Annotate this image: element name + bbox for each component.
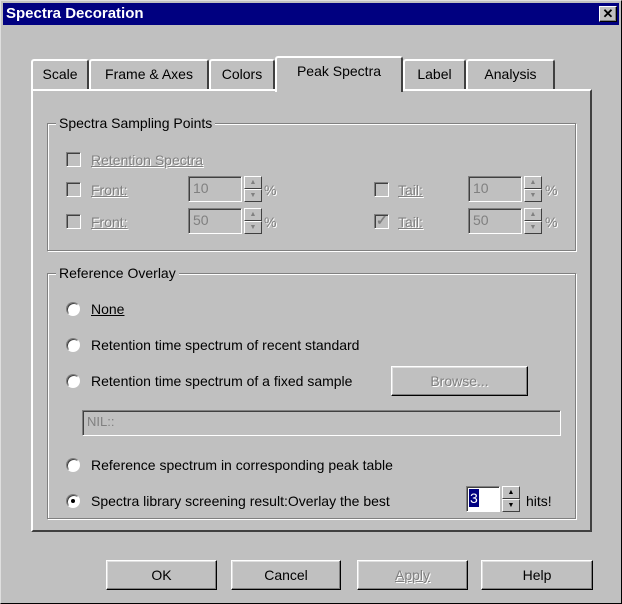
cancel-button[interactable]: Cancel <box>231 560 341 590</box>
tab-label: Colors <box>221 66 263 82</box>
arrow-up-icon[interactable]: ▲ <box>524 208 542 221</box>
close-button[interactable]: ✕ <box>599 6 617 22</box>
sampling-points-group: Spectra Sampling Points Retention Spectr… <box>47 114 576 251</box>
radio-recent-standard[interactable] <box>66 338 80 352</box>
front-2-label: Front: <box>91 214 128 230</box>
radio-library-label: Spectra library screening result:Overlay… <box>91 493 390 509</box>
retention-spectra-label: Retention Spectra <box>91 152 204 168</box>
tab-label: Analysis <box>484 66 537 82</box>
radio-selected-dot <box>71 499 75 503</box>
tab-label: Scale <box>42 66 78 82</box>
help-button-label: Help <box>522 567 552 583</box>
front-2-input[interactable]: 50 <box>188 208 242 234</box>
dialog-window: Spectra Decoration ✕ Scale Frame & Axes … <box>0 0 622 604</box>
ok-button[interactable]: OK <box>106 560 217 590</box>
arrow-down-icon[interactable]: ▼ <box>244 221 262 234</box>
best-hits-value: 3 <box>469 489 479 507</box>
peak-spectra-panel: Spectra Sampling Points Retention Spectr… <box>31 89 592 532</box>
help-button[interactable]: Help <box>481 560 593 590</box>
arrow-up-icon[interactable]: ▲ <box>244 208 262 221</box>
browse-button[interactable]: Browse... <box>391 366 528 396</box>
tail-2-checkbox[interactable]: ✓ <box>374 212 389 229</box>
arrow-down-icon[interactable]: ▼ <box>502 499 520 512</box>
title-bar[interactable]: Spectra Decoration ✕ <box>3 3 619 25</box>
arrow-down-icon[interactable]: ▼ <box>244 189 262 202</box>
tab-colors[interactable]: Colors <box>209 59 275 89</box>
apply-button-label: Apply <box>394 567 431 583</box>
tail-1-spinner[interactable]: ▲ ▼ <box>524 176 542 202</box>
tab-analysis[interactable]: Analysis <box>466 59 555 89</box>
tail-1-unit: % <box>545 182 558 198</box>
radio-library[interactable] <box>66 494 80 508</box>
fixed-sample-path-field[interactable]: NIL:: <box>82 410 561 436</box>
tail-1-label: Tail: <box>398 182 423 198</box>
window-title: Spectra Decoration <box>6 5 144 22</box>
tab-label: Frame & Axes <box>105 66 193 82</box>
hits-suffix: hits! <box>526 493 552 509</box>
browse-button-label: Browse... <box>430 373 489 389</box>
tab-label-text: Label <box>417 66 452 82</box>
radio-peak-table-label: Reference spectrum in corresponding peak… <box>91 457 393 473</box>
tab-frame-axes[interactable]: Frame & Axes <box>89 59 209 89</box>
best-hits-input[interactable]: 3 <box>466 486 500 512</box>
radio-recent-standard-label: Retention time spectrum of recent standa… <box>91 337 360 353</box>
front-1-checkbox[interactable] <box>66 182 81 197</box>
front-1-input[interactable]: 10 <box>188 176 242 202</box>
front-1-unit: % <box>264 182 277 198</box>
radio-none-label: None <box>91 301 125 317</box>
arrow-down-icon[interactable]: ▼ <box>524 189 542 202</box>
check-icon: ✓ <box>376 212 388 228</box>
best-hits-spinner[interactable]: ▲ ▼ <box>502 486 520 512</box>
sampling-points-legend: Spectra Sampling Points <box>56 114 216 132</box>
tail-1-value: 10 <box>473 180 489 196</box>
front-2-unit: % <box>264 214 277 230</box>
front-2-checkbox[interactable] <box>66 214 81 229</box>
tail-1-input[interactable]: 10 <box>468 176 522 202</box>
fixed-sample-path-value: NIL:: <box>87 414 115 429</box>
tail-2-spinner[interactable]: ▲ ▼ <box>524 208 542 234</box>
tail-2-unit: % <box>545 214 558 230</box>
radio-peak-table[interactable] <box>66 458 80 472</box>
tail-1-checkbox[interactable] <box>374 182 389 197</box>
ok-button-label: OK <box>151 567 172 583</box>
apply-button[interactable]: Apply <box>357 560 468 590</box>
tab-label[interactable]: Label <box>403 59 466 89</box>
front-1-value: 10 <box>193 180 209 196</box>
front-2-spinner[interactable]: ▲ ▼ <box>244 208 262 234</box>
arrow-down-icon[interactable]: ▼ <box>524 221 542 234</box>
close-icon: ✕ <box>602 6 614 21</box>
tab-label: Peak Spectra <box>296 63 382 79</box>
radio-fixed-sample-label: Retention time spectrum of a fixed sampl… <box>91 373 353 389</box>
front-1-label: Front: <box>91 182 128 198</box>
tail-2-label: Tail: <box>398 214 423 230</box>
reference-overlay-legend: Reference Overlay <box>56 264 179 282</box>
tab-scale[interactable]: Scale <box>31 59 89 89</box>
cancel-button-label: Cancel <box>264 567 308 583</box>
arrow-up-icon[interactable]: ▲ <box>524 176 542 189</box>
retention-spectra-checkbox[interactable] <box>66 152 81 167</box>
arrow-up-icon[interactable]: ▲ <box>244 176 262 189</box>
reference-overlay-group: Reference Overlay None Retention time sp… <box>47 264 576 519</box>
front-1-spinner[interactable]: ▲ ▼ <box>244 176 262 202</box>
tail-2-input[interactable]: 50 <box>468 208 522 234</box>
tail-2-value: 50 <box>473 212 489 228</box>
tab-peak-spectra[interactable]: Peak Spectra <box>275 56 403 92</box>
arrow-up-icon[interactable]: ▲ <box>502 486 520 499</box>
radio-fixed-sample[interactable] <box>66 374 80 388</box>
radio-none[interactable] <box>66 302 80 316</box>
front-2-value: 50 <box>193 212 209 228</box>
